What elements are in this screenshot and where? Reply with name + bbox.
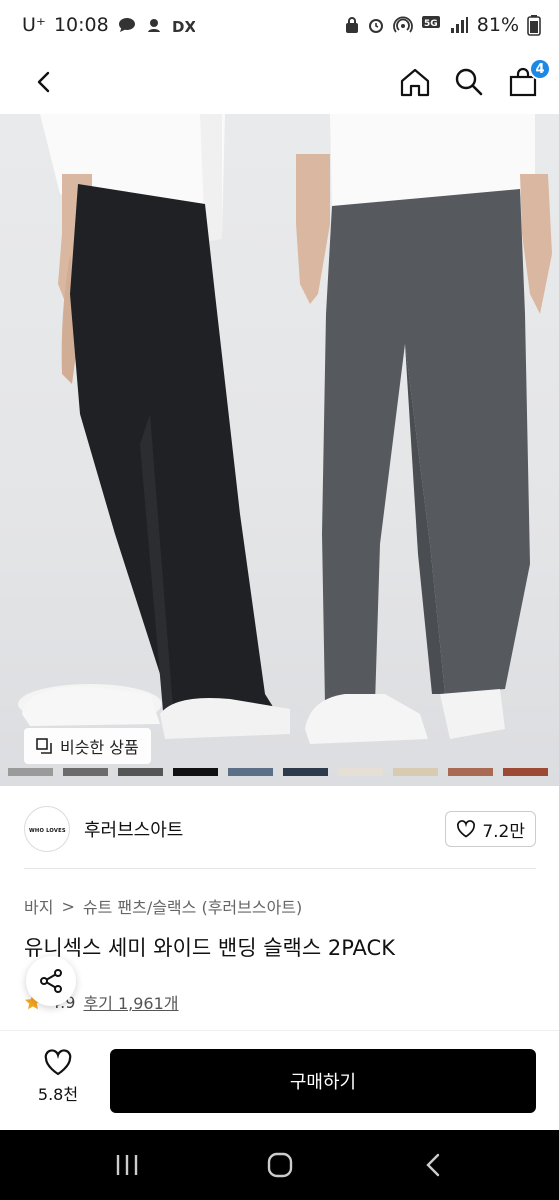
carrier-label: U⁺: [22, 14, 46, 36]
color-swatch[interactable]: [8, 768, 53, 776]
battery-percent: 81%: [476, 14, 519, 36]
breadcrumb-separator: >: [61, 896, 75, 916]
brand-like-count: 7.2만: [482, 821, 525, 842]
hotspot-icon: [392, 16, 413, 34]
system-navigation-bar: [0, 1130, 559, 1200]
home-circle-icon: [267, 1152, 292, 1178]
breadcrumb-subcategory[interactable]: 슈트 팬츠/슬랙스 (후러브스아트): [83, 894, 302, 918]
breadcrumb-category[interactable]: 바지: [24, 894, 53, 918]
color-swatch[interactable]: [338, 768, 383, 776]
product-title: 유니섹스 세미 와이드 밴딩 슬랙스 2PACK: [24, 936, 395, 960]
product-image[interactable]: 비슷한 상품: [0, 114, 559, 786]
brand-name: 후러브스아트: [84, 820, 184, 841]
color-swatch[interactable]: [228, 768, 273, 776]
similar-products-button[interactable]: 비슷한 상품: [24, 728, 151, 764]
brand-row: WHO LOVES ART 후러브스아트 7.2만: [24, 800, 536, 858]
copy-icon: [36, 738, 52, 754]
brand-logo-wordmark: WHO LOVES ART: [29, 828, 67, 834]
status-bar: U⁺ 10:08 DX 5G 81%: [0, 0, 559, 50]
brand-logo: WHO LOVES ART: [24, 806, 70, 852]
svg-text:WHO LOVES ART: WHO LOVES ART: [29, 828, 67, 834]
recent-apps-button[interactable]: [97, 1140, 157, 1190]
divider: [24, 868, 536, 869]
similar-products-label: 비슷한 상품: [60, 738, 139, 757]
wishlist-count: 5.8천: [37, 1085, 79, 1104]
color-swatch[interactable]: [393, 768, 438, 776]
home-icon: [400, 68, 430, 97]
back-nav-button[interactable]: [403, 1140, 463, 1190]
status-time: 10:08: [53, 14, 109, 36]
recent-apps-icon: [116, 1155, 137, 1175]
app-notification-icon: [145, 16, 163, 34]
heart-outline-icon: [44, 1049, 72, 1076]
bottom-action-bar: 5.8천 구매하기: [0, 1030, 559, 1130]
search-button[interactable]: [451, 64, 487, 100]
buy-button[interactable]: 구매하기: [110, 1049, 536, 1113]
dx-icon: DX: [171, 15, 195, 35]
lock-icon: [345, 16, 359, 34]
5g-icon: 5G: [421, 15, 441, 35]
color-swatch[interactable]: [118, 768, 163, 776]
back-chevron-icon: [425, 1153, 439, 1177]
signal-icon: [449, 16, 469, 34]
battery-icon: [527, 14, 541, 36]
svg-text:DX: DX: [172, 18, 195, 35]
reviews-link[interactable]: 후기 1,961개: [83, 990, 178, 1014]
color-swatches: [0, 768, 559, 782]
chevron-left-icon: [37, 71, 50, 93]
back-button[interactable]: [26, 64, 62, 100]
cart-button[interactable]: 4: [505, 58, 551, 100]
top-app-bar: 4: [0, 50, 559, 114]
wishlist-button[interactable]: 5.8천: [20, 1049, 96, 1105]
brand-like-button[interactable]: 7.2만: [445, 811, 536, 847]
color-swatch[interactable]: [283, 768, 328, 776]
svg-text:5G: 5G: [424, 19, 438, 29]
chat-bubble-icon: [117, 16, 137, 34]
alarm-icon: [367, 16, 385, 34]
color-swatch[interactable]: [448, 768, 493, 776]
color-swatch[interactable]: [63, 768, 108, 776]
share-icon: [40, 969, 62, 993]
home-nav-button[interactable]: [250, 1140, 310, 1190]
brand-link[interactable]: WHO LOVES ART 후러브스아트: [24, 806, 183, 852]
breadcrumb: 바지 > 슈트 팬츠/슬랙스 (후러브스아트): [24, 894, 302, 918]
color-swatch[interactable]: [173, 768, 218, 776]
heart-outline-icon: [457, 820, 476, 838]
product-photo-illustration: [18, 114, 552, 744]
search-icon: [455, 68, 483, 96]
share-button[interactable]: [26, 956, 76, 1006]
cart-count-badge: 4: [529, 58, 551, 80]
color-swatch[interactable]: [503, 768, 548, 776]
home-button[interactable]: [397, 64, 433, 100]
